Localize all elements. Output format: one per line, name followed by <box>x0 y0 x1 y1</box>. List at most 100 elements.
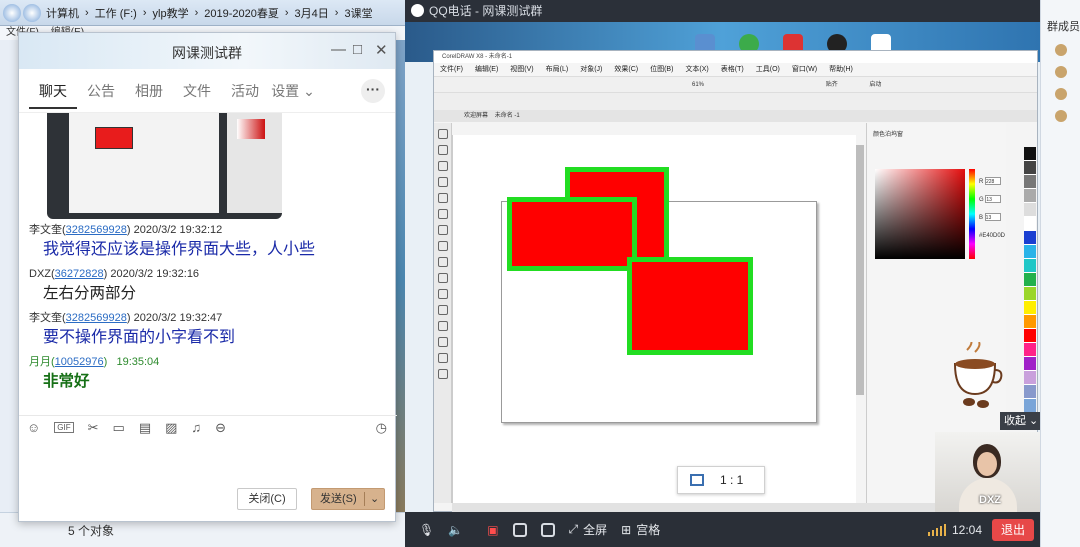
menu-item[interactable]: 表格(T) <box>721 63 744 76</box>
menu-item[interactable]: 对象(J) <box>580 63 602 76</box>
pick-tool-icon[interactable] <box>437 129 448 139</box>
drawing-canvas[interactable] <box>452 135 856 503</box>
menu-item[interactable]: 位图(B) <box>650 63 673 76</box>
menu-item[interactable]: 文件(F) <box>440 63 463 76</box>
message-input[interactable] <box>19 441 397 481</box>
member-item[interactable] <box>1055 66 1080 78</box>
menu-item[interactable]: 窗口(W) <box>792 63 817 76</box>
sender-qq-link[interactable]: 3282569928 <box>66 312 127 324</box>
fullscreen-button[interactable]: ⤢ 全屏 <box>569 521 608 538</box>
tab-activity[interactable]: 活动 <box>221 81 269 101</box>
member-item[interactable] <box>1055 110 1080 122</box>
breadcrumb-item[interactable]: 工作 (F:) <box>93 5 139 21</box>
blue-value[interactable]: 13 <box>984 213 1001 221</box>
zoom-tool-icon[interactable] <box>437 177 448 187</box>
chat-title-bar[interactable]: 网课测试群 — □ ✕ <box>19 33 395 69</box>
image-icon[interactable]: ▨ <box>165 420 177 436</box>
eyedropper-icon[interactable] <box>437 353 448 363</box>
camera-off-icon[interactable]: ▣ <box>487 523 498 537</box>
collapse-button[interactable]: 收起 ⌄ <box>1000 412 1040 430</box>
qq-logo-icon <box>411 4 424 17</box>
microphone-icon[interactable]: 🎙 <box>419 523 434 537</box>
green-value[interactable]: 13 <box>985 195 1002 203</box>
chevron-down-icon[interactable]: ⌄ <box>370 489 379 509</box>
exit-button[interactable]: 退出 <box>992 518 1034 541</box>
shared-screenshot-image[interactable] <box>47 113 282 219</box>
files-icon[interactable]: ▤ <box>139 420 151 436</box>
zoom-level[interactable]: 61% <box>692 82 704 88</box>
tab-welcome[interactable]: 欢迎屏幕 <box>464 113 488 119</box>
crop-tool-icon[interactable] <box>437 161 448 171</box>
close-icon[interactable]: ✕ <box>375 41 388 59</box>
vertical-scrollbar[interactable] <box>856 145 864 395</box>
screen-share-icon[interactable] <box>512 522 527 537</box>
hex-value[interactable]: #E40D0D <box>979 233 1005 239</box>
scissors-icon[interactable]: ✂ <box>88 420 99 436</box>
back-icon[interactable] <box>3 3 21 22</box>
menu-item[interactable]: 工具(O) <box>756 63 780 76</box>
menu-item[interactable]: 帮助(H) <box>829 63 853 76</box>
polygon-tool-icon[interactable] <box>437 257 448 267</box>
more-icon[interactable]: ··· <box>361 78 385 103</box>
sender-qq-link[interactable]: 3282569928 <box>66 224 127 236</box>
rectangle-tool-icon[interactable] <box>437 225 448 235</box>
hue-slider[interactable] <box>969 169 975 259</box>
connector-tool-icon[interactable] <box>437 305 448 315</box>
breadcrumb-item[interactable]: 2019-2020春夏 <box>202 5 281 21</box>
line-tool-icon[interactable] <box>437 289 448 299</box>
maximize-icon[interactable]: □ <box>353 41 362 58</box>
tab-settings[interactable]: 设置 ⌄ <box>269 81 317 101</box>
forward-icon[interactable] <box>23 3 41 22</box>
address-bar[interactable]: 计算机 › 工作 (F:) › ylp教学 › 2019-2020春夏 › 3月4日 › … <box>0 0 410 26</box>
artistic-media-icon[interactable] <box>437 209 448 219</box>
sender-qq-link[interactable]: 36272828 <box>55 268 104 280</box>
launch-dropdown[interactable]: 启动 <box>869 82 881 88</box>
sender-qq-link[interactable]: 10052976 <box>55 356 104 368</box>
folder-icon[interactable]: ▭ <box>113 420 125 436</box>
menu-item[interactable]: 效果(C) <box>614 63 638 76</box>
fill-tool-icon[interactable] <box>437 369 448 379</box>
emoji-icon[interactable]: ☺ <box>27 420 40 435</box>
menu-item[interactable]: 编辑(E) <box>475 63 498 76</box>
more-options-icon[interactable]: ⊖ <box>215 420 226 436</box>
tab-album[interactable]: 相册 <box>125 81 173 101</box>
menu-item[interactable]: 文本(X) <box>685 63 708 76</box>
grid-view-button[interactable]: ⊞ 宫格 <box>621 521 660 538</box>
shape-tool-icon[interactable] <box>437 145 448 155</box>
menu-item[interactable]: 布局(L) <box>546 63 569 76</box>
red-value[interactable]: 228 <box>985 177 1001 185</box>
sender-name: 李文奎 <box>29 224 62 236</box>
color-picker-field[interactable] <box>875 169 965 259</box>
whiteboard-icon[interactable] <box>540 522 555 537</box>
camera-preview[interactable]: DXZ <box>935 432 1040 512</box>
signal-icon <box>927 523 946 536</box>
red-rectangle-bottom[interactable] <box>627 257 753 355</box>
freehand-tool-icon[interactable] <box>437 193 448 203</box>
message-meta: 李文奎(3282569928) 2020/3/2 19:32:12 <box>29 224 223 236</box>
ellipse-tool-icon[interactable] <box>437 241 448 251</box>
snap-dropdown[interactable]: 贴齐 <box>826 82 838 88</box>
close-button[interactable]: 关闭(C) <box>237 488 297 510</box>
history-clock-icon[interactable]: ◷ <box>376 420 387 436</box>
red-rectangle-left[interactable] <box>507 197 637 271</box>
breadcrumb-item[interactable]: ylp教学 <box>151 5 191 21</box>
breadcrumb-item[interactable]: 3课堂 <box>342 5 374 21</box>
member-item[interactable] <box>1055 88 1080 100</box>
shadow-tool-icon[interactable] <box>437 321 448 331</box>
breadcrumb-item[interactable]: 3月4日 <box>293 5 331 21</box>
bell-icon[interactable]: ♫ <box>191 420 201 435</box>
tab-files[interactable]: 文件 <box>173 81 221 101</box>
speaker-icon[interactable]: 🔈 <box>448 523 463 537</box>
send-button[interactable]: 发送(S) ⌄ <box>311 488 385 510</box>
zoom-ratio-button[interactable]: 1 : 1 <box>677 466 765 494</box>
gif-icon[interactable]: GIF <box>54 422 74 433</box>
member-item[interactable] <box>1055 44 1080 56</box>
menu-item[interactable]: 视图(V) <box>510 63 533 76</box>
tab-chat[interactable]: 聊天 <box>29 81 77 109</box>
breadcrumb-item[interactable]: 计算机 <box>44 5 81 21</box>
tab-untitled[interactable]: 未命名 -1 <box>495 113 520 119</box>
minimize-icon[interactable]: — <box>331 41 346 58</box>
tab-announcement[interactable]: 公告 <box>77 81 125 101</box>
transparency-tool-icon[interactable] <box>437 337 448 347</box>
text-tool-icon[interactable] <box>437 273 448 283</box>
